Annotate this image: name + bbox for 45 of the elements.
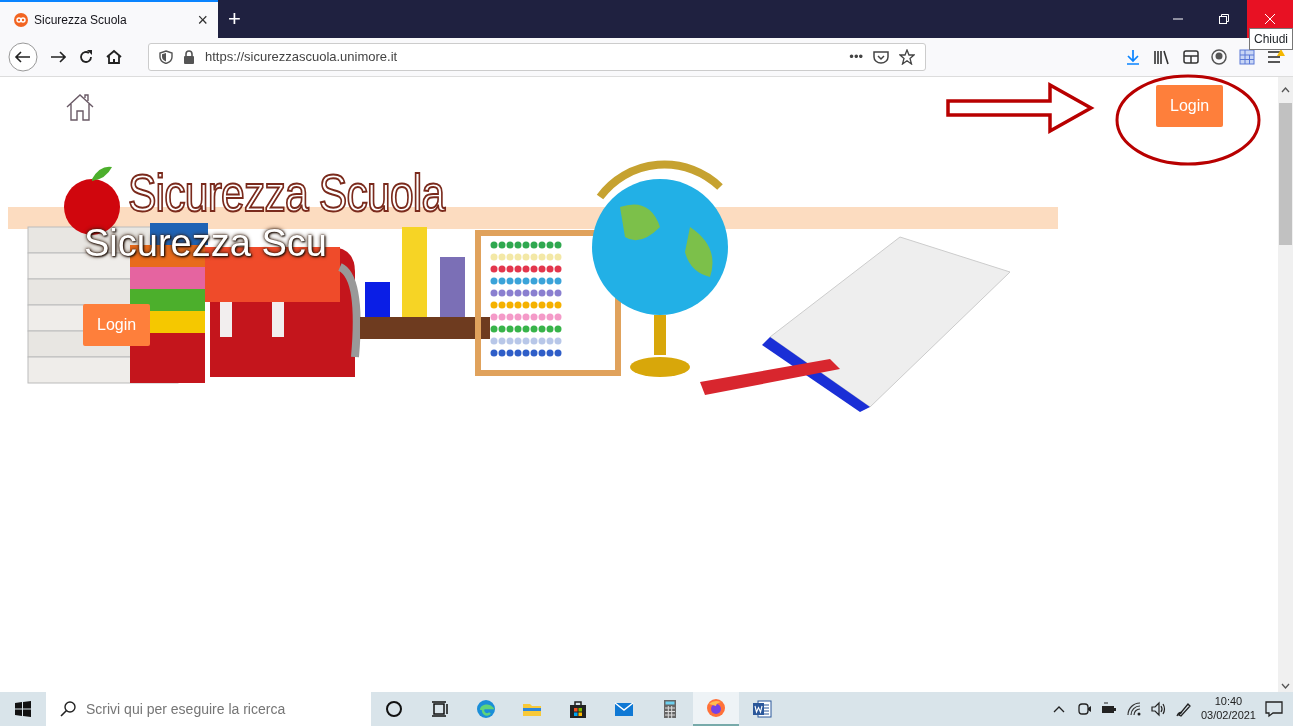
library-icon[interactable]: [1153, 49, 1171, 65]
shopping-bag-icon: [568, 699, 588, 719]
circle-icon: [384, 699, 404, 719]
windows-icon: [15, 701, 31, 717]
clock-time: 10:40: [1213, 695, 1244, 709]
forward-icon[interactable]: [50, 49, 66, 65]
menu-icon[interactable]: [1267, 49, 1285, 65]
account-icon[interactable]: [1211, 49, 1227, 65]
restore-icon: [1219, 14, 1229, 24]
search-icon: [60, 701, 76, 717]
wifi-icon[interactable]: [1125, 701, 1142, 717]
notification-icon[interactable]: [1265, 700, 1283, 718]
close-tab-button[interactable]: ×: [195, 11, 210, 29]
new-tab-button[interactable]: +: [218, 0, 251, 38]
logo-title: Sicurezza Scuola: [128, 165, 445, 223]
home-icon[interactable]: [106, 49, 122, 65]
url-text: https://sicurezzascuola.unimore.it: [205, 48, 399, 67]
shield-icon: [159, 50, 173, 64]
page-actions-icon[interactable]: •••: [849, 47, 863, 67]
grid-icon[interactable]: [1239, 49, 1255, 65]
envelope-icon: [614, 699, 634, 719]
address-field[interactable]: https://sicurezzascuola.unimore.it •••: [148, 43, 926, 71]
camera-icon[interactable]: [1075, 701, 1092, 717]
task-view-icon: [430, 699, 450, 719]
pen-icon[interactable]: [1175, 701, 1192, 717]
star-icon[interactable]: [899, 49, 915, 65]
lock-icon: [183, 50, 195, 64]
site-icon: [14, 13, 28, 27]
close-icon: [1265, 14, 1275, 24]
sidebar-icon[interactable]: [1183, 49, 1199, 65]
house-outline-icon: [65, 93, 95, 121]
tooltip: Chiudi: [1249, 28, 1293, 50]
speaker-icon[interactable]: [1150, 701, 1167, 717]
back-icon[interactable]: [8, 42, 38, 72]
firefox-icon: [706, 698, 726, 718]
browser-tab[interactable]: Sicurezza Scuola ×: [0, 0, 218, 38]
scrollbar-thumb[interactable]: [1279, 103, 1292, 245]
browser-icon: [476, 699, 496, 719]
download-icon[interactable]: [1125, 49, 1141, 65]
clock-date: 03/02/2021: [1200, 709, 1256, 723]
search-field[interactable]: Scrivi qui per eseguire la ricerca: [46, 692, 371, 726]
document-icon: [752, 699, 772, 719]
tab-title: Sicurezza Scuola: [34, 12, 127, 29]
pocket-icon[interactable]: [873, 50, 889, 64]
reload-icon[interactable]: [78, 49, 94, 65]
